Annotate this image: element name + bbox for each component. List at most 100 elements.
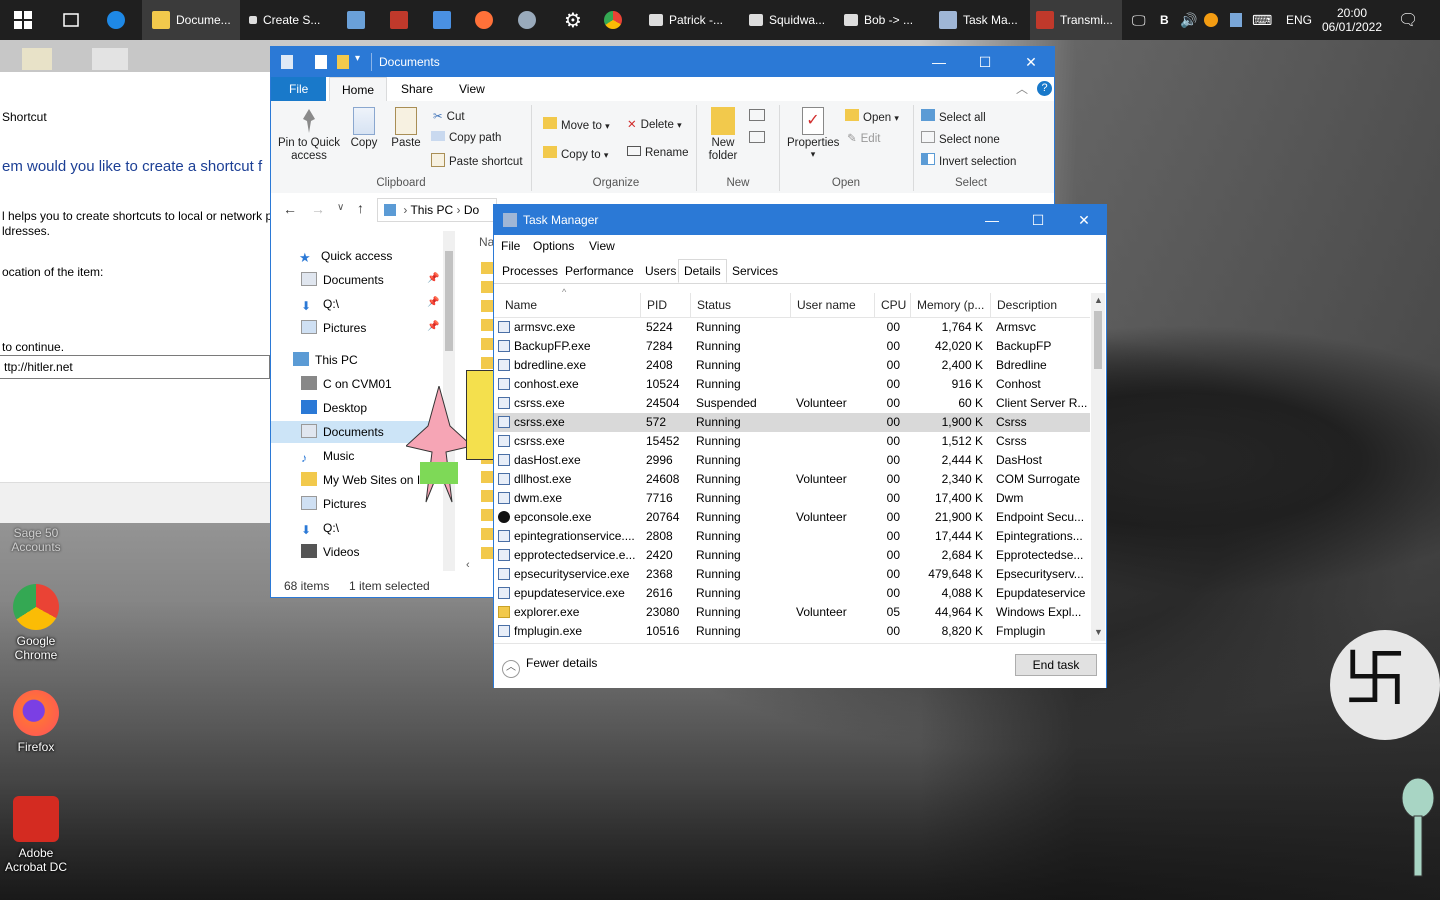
taskbar-settings[interactable]: ⚙ <box>552 0 594 40</box>
task-manager-title-bar[interactable]: Task Manager — ☐ ✕ <box>494 205 1106 235</box>
tab-home[interactable]: Home <box>329 77 388 101</box>
nav-desktop[interactable]: Desktop <box>301 397 367 419</box>
nav-videos[interactable]: Videos <box>301 541 359 563</box>
tab-file[interactable]: File <box>271 77 327 101</box>
table-row[interactable]: fmplugin.exe 10516 Running 00 8,820 K Fmplugi… <box>494 622 1090 641</box>
table-row[interactable]: epconsole.exe 20764 Running Volunteer 00 21,9… <box>494 508 1090 527</box>
table-row[interactable]: conhost.exe 10524 Running 00 916 K Conhost <box>494 375 1090 394</box>
table-row[interactable]: csrss.exe 15452 Running 00 1,512 K Csrss <box>494 432 1090 451</box>
tab-users[interactable]: Users <box>640 260 681 282</box>
nav-pictures-pinned[interactable]: Pictures <box>301 317 366 339</box>
taskbar-app-1[interactable] <box>338 0 380 40</box>
details-scrollbar-thumb[interactable] <box>1094 311 1102 369</box>
maximize-button[interactable]: ☐ <box>962 47 1008 77</box>
details-scrollbar[interactable]: ▲ ▼ <box>1091 293 1105 641</box>
taskbar-item-task-manager[interactable]: Task Ma... <box>933 0 1028 40</box>
taskbar-app-4[interactable] <box>509 0 551 40</box>
rename-button[interactable]: Rename <box>627 146 688 159</box>
table-row[interactable]: bdredline.exe 2408 Running 00 2,400 K Bdredli… <box>494 356 1090 375</box>
nav-quick-access[interactable]: ★ Quick access <box>299 245 392 267</box>
new-folder-button[interactable]: New folder <box>703 107 743 163</box>
tray-app-2[interactable] <box>1230 0 1242 40</box>
scroll-up-icon[interactable]: ▲ <box>1094 295 1103 305</box>
move-to-button[interactable]: Move to ▾ <box>543 117 610 132</box>
taskbar-item-documents[interactable]: Docume... <box>142 0 240 40</box>
table-row[interactable]: csrss.exe 572 Running 00 1,900 K Csrss <box>494 413 1090 432</box>
desktop-icon-chrome[interactable]: Google Chrome <box>0 584 72 662</box>
start-button[interactable] <box>2 0 44 40</box>
taskbar-item-patrick[interactable]: Patrick -... <box>641 0 739 40</box>
select-all-button[interactable]: Select all <box>921 109 986 124</box>
tab-performance[interactable]: Performance <box>560 260 639 282</box>
explorer-title-bar[interactable]: ▾ Documents — ☐ ✕ <box>271 47 1054 77</box>
taskbar-item-bob[interactable]: Bob -> ... <box>836 0 932 40</box>
maximize-button[interactable]: ☐ <box>1015 205 1061 235</box>
tab-details[interactable]: Details <box>678 259 727 283</box>
forward-arrow-icon[interactable]: → <box>311 201 325 217</box>
minimize-button[interactable]: — <box>916 47 962 77</box>
tray-network[interactable]: 🖵 <box>1132 0 1146 40</box>
nav-c-on-cvm01[interactable]: C on CVM01 <box>301 373 392 395</box>
address-bar[interactable]: › This PC › Do <box>377 198 497 222</box>
tab-services[interactable]: Services <box>727 260 783 282</box>
tray-b[interactable]: B <box>1160 0 1169 40</box>
end-task-button[interactable]: End task <box>1015 654 1097 676</box>
column-pid[interactable]: PID <box>640 293 690 317</box>
menu-file[interactable]: File <box>501 239 520 253</box>
copy-button[interactable]: Copy <box>347 107 381 149</box>
column-username[interactable]: User name <box>790 293 874 317</box>
collapse-ribbon-icon[interactable]: ︿ <box>1016 80 1028 97</box>
breadcrumb-current[interactable]: Do <box>464 203 479 217</box>
table-row[interactable]: explorer.exe 23080 Running Volunteer 05 44,96… <box>494 603 1090 622</box>
paste-button[interactable]: Paste <box>389 107 423 149</box>
select-none-button[interactable]: Select none <box>921 131 1000 146</box>
table-row[interactable]: BackupFP.exe 7284 Running 00 42,020 K BackupF… <box>494 337 1090 356</box>
tab-view[interactable]: View <box>447 77 497 101</box>
column-name[interactable]: Name <box>505 293 639 317</box>
tab-processes[interactable]: Processes <box>497 260 563 282</box>
up-arrow-icon[interactable]: ↑ <box>357 200 364 216</box>
scroll-down-icon[interactable]: ▼ <box>1094 627 1103 637</box>
action-center-button[interactable]: 🗨 <box>1398 0 1418 40</box>
taskbar-item-transmission[interactable]: Transmi... <box>1030 0 1122 40</box>
easy-access-icon[interactable] <box>749 131 765 143</box>
taskbar-item-create-shortcut[interactable]: Create S... <box>245 0 340 40</box>
taskbar-app-2[interactable] <box>381 0 423 40</box>
menu-options[interactable]: Options <box>533 239 574 253</box>
nav-this-pc[interactable]: This PC <box>293 349 358 371</box>
scroll-left-icon[interactable]: ‹ <box>466 559 470 571</box>
nav-my-web-sites[interactable]: My Web Sites on I <box>301 469 420 491</box>
recent-locations-icon[interactable]: ∨ <box>337 202 344 213</box>
column-cpu[interactable]: CPU <box>874 293 910 317</box>
close-button[interactable]: ✕ <box>1061 205 1107 235</box>
tab-share[interactable]: Share <box>389 77 445 101</box>
tray-keyboard[interactable]: ⌨ <box>1252 0 1272 40</box>
menu-view[interactable]: View <box>589 239 615 253</box>
copy-path-button[interactable]: Copy path <box>431 131 501 144</box>
taskbar-chrome[interactable] <box>595 0 637 40</box>
cut-button[interactable]: ✂ Cut <box>433 109 465 123</box>
properties-button[interactable]: ✓ Properties ▾ <box>787 107 839 160</box>
desktop-icon-sage[interactable]: Sage 50 Accounts <box>0 526 72 554</box>
tray-language[interactable]: ENG <box>1286 0 1312 40</box>
table-row[interactable]: dasHost.exe 2996 Running 00 2,444 K DasHost <box>494 451 1090 470</box>
nav-music[interactable]: ♪ Music <box>301 445 354 467</box>
taskbar-item-squidward[interactable]: Squidwa... <box>741 0 836 40</box>
taskbar-app-3[interactable] <box>424 0 466 40</box>
edit-button[interactable]: ✎ Edit <box>847 131 880 145</box>
properties-icon[interactable] <box>281 55 293 69</box>
back-arrow-icon[interactable]: ← <box>283 201 297 217</box>
task-view-button[interactable] <box>50 0 92 40</box>
column-description[interactable]: Description <box>990 293 1090 317</box>
taskbar-firefox[interactable] <box>466 0 508 40</box>
table-row[interactable]: csrss.exe 24504 Suspended Volunteer 00 60 K Cl… <box>494 394 1090 413</box>
delete-button[interactable]: ✕ Delete ▾ <box>627 117 682 131</box>
customize-toolbar-icon[interactable]: ▾ <box>355 53 360 64</box>
tray-volume[interactable]: 🔊 <box>1180 0 1197 40</box>
nav-documents-pinned[interactable]: Documents <box>301 269 384 291</box>
desktop-icon-acrobat[interactable]: Adobe Acrobat DC <box>0 796 72 874</box>
new-item-icon[interactable] <box>749 109 765 121</box>
tray-app-1[interactable] <box>1204 0 1218 40</box>
breadcrumb-this-pc[interactable]: This PC <box>410 203 453 217</box>
table-row[interactable]: dwm.exe 7716 Running 00 17,400 K Dwm <box>494 489 1090 508</box>
